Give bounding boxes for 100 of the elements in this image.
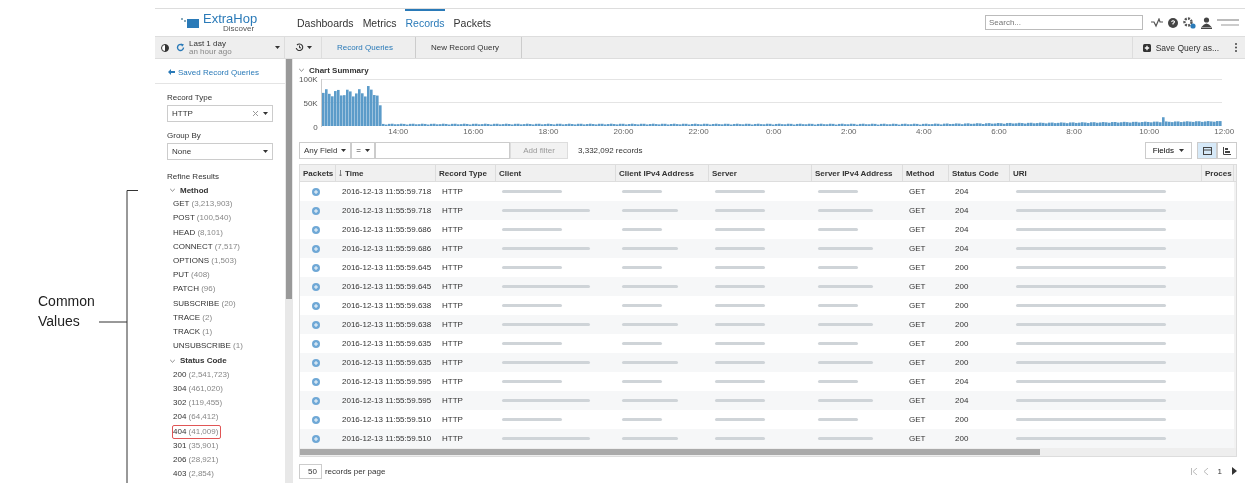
operator-dropdown[interactable]: = xyxy=(351,142,376,159)
table-cell: GET xyxy=(909,396,926,405)
table-cell: 2016-12-13 11:55:59.686 xyxy=(342,225,432,234)
logo-subtitle: Discover xyxy=(223,25,255,33)
field-dropdown[interactable]: Any Field xyxy=(299,142,352,159)
nav-tab[interactable]: Metrics xyxy=(362,9,397,36)
facet-value[interactable]: SUBSCRIBE (20) xyxy=(173,296,285,311)
table-cell: 2016-12-13 11:55:59.510 xyxy=(342,434,432,443)
table-cell: GET xyxy=(909,320,926,329)
table-cell: GET xyxy=(909,244,926,253)
table-cell: 204 xyxy=(955,244,969,253)
table-cell: 2016-12-13 11:55:59.686 xyxy=(342,244,432,253)
table-cell: GET xyxy=(909,377,926,386)
axis-label: 20:00 xyxy=(612,127,635,136)
column-header[interactable]: Proces xyxy=(1202,165,1234,181)
axis-label: 10:00 xyxy=(1138,127,1161,136)
chart-toggle[interactable]: Chart Summary xyxy=(299,65,1237,75)
facet-value[interactable]: PATCH (96) xyxy=(173,282,285,297)
column-header[interactable]: Server IPv4 Address xyxy=(812,165,903,181)
facet-value[interactable]: 301 (35,901) xyxy=(173,438,285,453)
record-type-select[interactable]: HTTP xyxy=(167,105,273,122)
table-cell: 2016-12-13 11:55:59.510 xyxy=(342,415,432,424)
facet-value[interactable]: 204 (64,412) xyxy=(173,410,285,425)
axis-label: 0 xyxy=(313,124,318,132)
table-cell: GET xyxy=(909,187,926,196)
facet-value[interactable]: OPTIONS (1,503) xyxy=(173,254,285,269)
table-cell: 200 xyxy=(955,263,969,272)
column-header[interactable]: Time xyxy=(336,165,436,181)
facet-value[interactable]: 200 (2,541,723) xyxy=(173,367,285,382)
table-cell: 204 xyxy=(955,225,969,234)
table-cell: 2016-12-13 11:55:59.635 xyxy=(342,358,432,367)
table-cell: HTTP xyxy=(442,225,463,234)
facet-value[interactable]: TRACK (1) xyxy=(173,325,285,340)
table-cell: 200 xyxy=(955,301,969,310)
table-cell: 200 xyxy=(955,320,969,329)
facet-value[interactable]: TRACE (2) xyxy=(173,310,285,325)
table-cell: 204 xyxy=(955,377,969,386)
per-page-label: records per page xyxy=(324,466,386,476)
table-cell: 2016-12-13 11:55:59.595 xyxy=(342,396,432,405)
table-cell: 200 xyxy=(955,282,969,291)
table-cell: GET xyxy=(909,339,926,348)
table-cell: HTTP xyxy=(442,377,463,386)
axis-label: 22:00 xyxy=(687,127,710,136)
column-header[interactable]: Packets xyxy=(300,165,336,181)
column-header[interactable]: Record Type xyxy=(436,165,496,181)
table-cell: HTTP xyxy=(442,396,463,405)
axis-label: 6:00 xyxy=(990,127,1008,136)
search-field[interactable]: Search... xyxy=(985,15,1143,30)
facet-value[interactable]: 403 (2,854) xyxy=(173,466,285,482)
column-header[interactable]: Client xyxy=(496,165,616,181)
facet-value[interactable]: UNSUBSCRIBE (1) xyxy=(173,339,285,354)
table-cell: GET xyxy=(909,358,926,367)
table-cell: 204 xyxy=(955,187,969,196)
breadcrumb[interactable]: New Record Query xyxy=(416,37,523,58)
table-cell: 204 xyxy=(955,396,969,405)
facet-value[interactable]: GET (3,213,903) xyxy=(173,197,285,212)
facet-group-toggle[interactable]: Method xyxy=(170,183,285,198)
table-cell: 2016-12-13 11:55:59.638 xyxy=(342,301,432,310)
facet-value[interactable]: 404 (41,009) xyxy=(173,425,221,438)
facet-value[interactable]: 206 (28,921) xyxy=(173,452,285,467)
facet-group-toggle[interactable]: Status Code xyxy=(170,353,285,368)
column-header[interactable]: Method xyxy=(903,165,949,181)
group-by-select[interactable]: None xyxy=(167,143,273,160)
column-header[interactable]: URI xyxy=(1010,165,1202,181)
axis-label: 16:00 xyxy=(462,127,485,136)
facet-value[interactable]: CONNECT (7,517) xyxy=(173,239,285,255)
table-cell: 2016-12-13 11:55:59.718 xyxy=(342,187,432,196)
facet-value[interactable]: 304 (461,020) xyxy=(173,381,285,397)
breadcrumb[interactable]: Record Queries xyxy=(322,37,417,58)
table-cell: HTTP xyxy=(442,320,463,329)
facet-value[interactable]: POST (100,540) xyxy=(173,211,285,226)
table-cell: 204 xyxy=(955,206,969,215)
table-cell: GET xyxy=(909,263,926,272)
axis-label: 50K xyxy=(303,100,318,108)
table-cell: 2016-12-13 11:55:59.718 xyxy=(342,206,432,215)
field-label: Record Type xyxy=(167,93,214,104)
nav-tab[interactable]: Packets xyxy=(453,9,491,36)
table-cell: HTTP xyxy=(442,263,463,272)
time-range-dropdown[interactable]: Last 1 day an hour ago xyxy=(176,39,284,56)
column-header[interactable]: Client IPv4 Address xyxy=(616,165,709,181)
section-title: Refine Results xyxy=(167,172,221,183)
table-cell: HTTP xyxy=(442,301,463,310)
axis-label: 100K xyxy=(299,76,318,84)
table-cell: 200 xyxy=(955,358,969,367)
table-cell: GET xyxy=(909,301,926,310)
table-cell: 2016-12-13 11:55:59.638 xyxy=(342,320,432,329)
table-cell: 200 xyxy=(955,339,969,348)
facet-value[interactable]: HEAD (8,101) xyxy=(173,225,285,240)
facet-value[interactable]: PUT (408) xyxy=(173,268,285,283)
facet-value[interactable]: 302 (119,455) xyxy=(173,396,285,411)
per-page-input[interactable]: 50 xyxy=(299,463,322,479)
nav-tab[interactable]: Dashboards xyxy=(297,9,354,36)
table-cell: HTTP xyxy=(442,244,463,253)
column-header[interactable]: Status Code xyxy=(949,165,1010,181)
axis-label: 4:00 xyxy=(915,127,933,136)
table-cell: GET xyxy=(909,434,926,443)
axis-label: 8:00 xyxy=(1065,127,1083,136)
column-header[interactable]: Server xyxy=(709,165,812,181)
table-cell: 200 xyxy=(955,434,969,443)
fields-dropdown[interactable]: Fields xyxy=(1144,142,1192,159)
